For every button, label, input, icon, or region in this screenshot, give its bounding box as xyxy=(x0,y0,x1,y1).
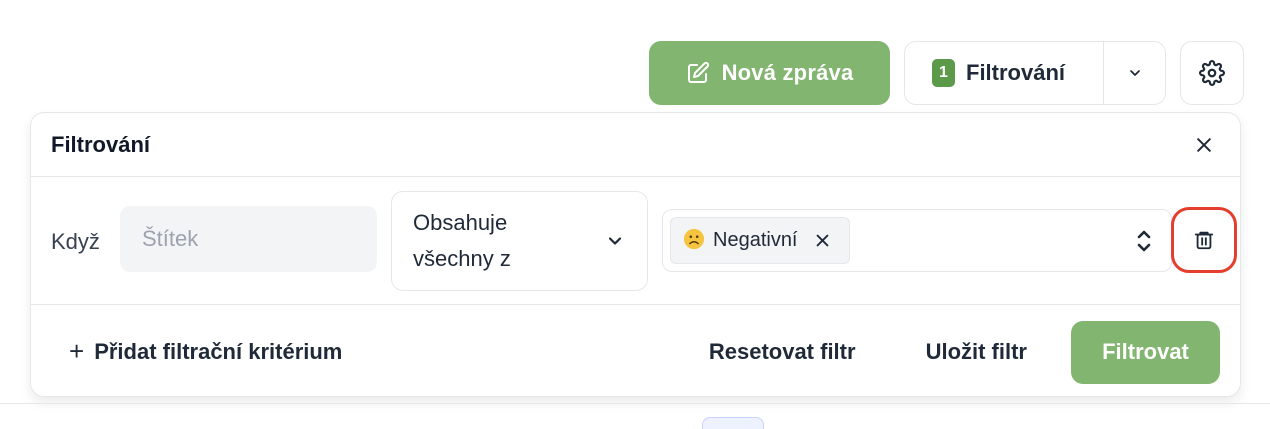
close-icon xyxy=(816,234,828,247)
remove-chip-button[interactable] xyxy=(814,232,831,249)
operator-value: Obsahuje všechny z xyxy=(413,210,511,271)
value-multiselect[interactable]: Negativní xyxy=(662,209,1172,272)
sad-face-icon xyxy=(683,228,705,254)
filter-panel-title: Filtrování xyxy=(51,131,151,157)
reset-filter-button[interactable]: Resetovat filtr xyxy=(709,339,856,365)
settings-button[interactable] xyxy=(1180,41,1244,105)
chevron-down-icon xyxy=(608,237,622,245)
chevron-down-icon xyxy=(1129,70,1140,76)
filter-count-badge: 1 xyxy=(932,59,955,87)
value-chip: Negativní xyxy=(670,217,850,264)
filter-menu-button[interactable] xyxy=(1103,42,1165,104)
filter-panel-footer: + Přidat filtrační kritérium Resetovat f… xyxy=(31,306,1240,398)
pagination-item[interactable] xyxy=(702,417,764,429)
divider xyxy=(0,403,1270,404)
filter-dropdown: 1 Filtrování xyxy=(904,41,1166,105)
new-message-label: Nová zpráva xyxy=(721,60,854,85)
filter-panel-header: Filtrování xyxy=(31,113,1240,177)
add-criterion-label: Přidat filtrační kritérium xyxy=(94,339,343,364)
save-filter-button[interactable]: Uložit filtr xyxy=(926,339,1027,365)
trash-icon xyxy=(1194,231,1214,250)
toolbar: Nová zpráva 1 Filtrování xyxy=(649,41,1244,105)
close-panel-button[interactable] xyxy=(1190,131,1218,159)
new-message-button[interactable]: Nová zpráva xyxy=(649,41,890,105)
gear-icon xyxy=(1199,60,1225,86)
app-stage: Nová zpráva 1 Filtrování Filtrování Když… xyxy=(0,0,1270,429)
filter-toggle-button[interactable]: 1 Filtrování xyxy=(905,42,1103,104)
edit-icon xyxy=(687,61,709,83)
footer-actions: Resetovat filtr Uložit filtr Filtrovat xyxy=(709,320,1220,384)
filter-panel: Filtrování Když Štítek Obsahuje všechny … xyxy=(30,112,1241,397)
filter-criterion-row: Když Štítek Obsahuje všechny z Negativní xyxy=(31,177,1240,305)
chevron-up-down-icon xyxy=(1137,230,1151,251)
plus-icon: + xyxy=(69,336,85,366)
delete-criterion-button[interactable] xyxy=(1171,207,1237,273)
filter-toggle-label: Filtrování xyxy=(966,60,1066,85)
operator-select[interactable]: Obsahuje všechny z xyxy=(391,191,648,291)
field-placeholder: Štítek xyxy=(142,226,199,251)
apply-filter-button[interactable]: Filtrovat xyxy=(1071,320,1220,384)
add-criterion-button[interactable]: + Přidat filtrační kritérium xyxy=(69,336,343,366)
when-label: Když xyxy=(51,229,100,254)
field-select[interactable]: Štítek xyxy=(120,206,377,272)
close-icon xyxy=(1197,137,1211,152)
value-chip-label: Negativní xyxy=(713,229,798,251)
